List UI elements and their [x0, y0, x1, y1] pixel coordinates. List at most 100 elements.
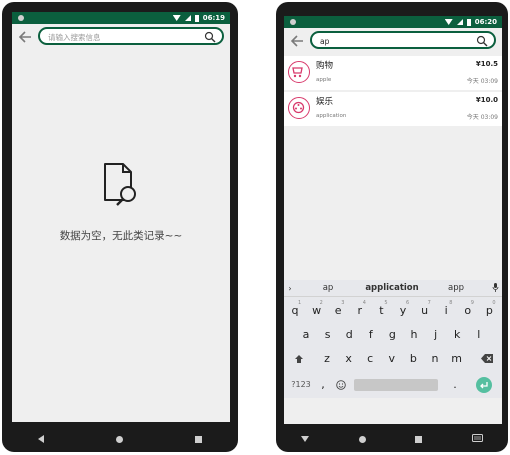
comma-key[interactable]: , [316, 376, 330, 394]
result-item[interactable]: 购物 apple ¥10.5 今天 03:09 [284, 56, 502, 90]
key-y[interactable]: y [393, 302, 413, 320]
search-icon[interactable] [476, 35, 488, 47]
nav-home-icon[interactable] [358, 435, 366, 443]
key-hint: 3 [341, 300, 345, 306]
space-key[interactable] [354, 379, 438, 391]
key-w[interactable]: w [307, 302, 327, 320]
result-title: 购物 [316, 61, 334, 71]
enter-key[interactable] [476, 377, 492, 393]
nav-bar [2, 426, 238, 452]
key-hint: 6 [406, 300, 410, 306]
key-g[interactable]: g [382, 326, 402, 344]
battery-icon [194, 14, 199, 22]
status-bar: 06:20 [284, 16, 502, 28]
result-time: 今天 03:09 [466, 78, 498, 85]
result-amount: ¥10.0 [475, 96, 498, 104]
key-h[interactable]: h [404, 326, 424, 344]
nav-home-icon[interactable] [116, 435, 123, 443]
keyboard-row-2: asdfghjkl [284, 326, 502, 344]
key-p[interactable]: p [479, 302, 499, 320]
key-e[interactable]: e [328, 302, 348, 320]
status-bar: 06:19 [12, 12, 230, 24]
search-bar [12, 24, 230, 50]
keyboard-hide-icon[interactable] [300, 436, 309, 442]
status-time: 06:19 [202, 14, 225, 22]
key-r[interactable]: r [350, 302, 370, 320]
result-time: 今天 03:09 [466, 114, 498, 121]
search-field[interactable] [38, 27, 224, 45]
wifi-icon [172, 15, 181, 21]
key-hint: 1 [298, 300, 302, 306]
result-title: 娱乐 [316, 97, 334, 107]
result-subtitle: apple [316, 77, 332, 83]
key-u[interactable]: u [415, 302, 435, 320]
key-hint: 7 [427, 300, 431, 306]
result-subtitle: application [316, 113, 347, 119]
nav-recent-icon[interactable] [415, 435, 423, 443]
empty-state: 数据为空，无此类记录~~ [12, 162, 230, 243]
period-key[interactable]: . [448, 376, 462, 394]
wifi-icon [444, 19, 453, 25]
nav-back-icon[interactable] [38, 435, 44, 443]
key-a[interactable]: a [296, 326, 316, 344]
suggestion-item[interactable]: ap [296, 283, 360, 293]
key-q[interactable]: q [285, 302, 305, 320]
key-l[interactable]: l [469, 326, 489, 344]
status-time: 06:20 [474, 18, 497, 26]
search-bar [284, 28, 502, 54]
shift-key[interactable] [288, 350, 310, 368]
backspace-key[interactable] [476, 350, 498, 368]
key-d[interactable]: d [339, 326, 359, 344]
search-input[interactable] [320, 34, 470, 48]
soft-keyboard: › ap application app q1w2e3r4t5y6u7i8o9p… [284, 280, 502, 398]
key-hint: 2 [319, 300, 323, 306]
key-i[interactable]: i [436, 302, 456, 320]
expand-chevron-icon[interactable]: › [284, 284, 296, 293]
key-z[interactable]: z [317, 350, 337, 368]
search-field[interactable] [310, 31, 496, 49]
key-c[interactable]: c [360, 350, 380, 368]
key-j[interactable]: j [426, 326, 446, 344]
result-amount: ¥10.5 [475, 60, 498, 68]
key-f[interactable]: f [361, 326, 381, 344]
search-icon[interactable] [204, 31, 216, 43]
key-hint: 9 [470, 300, 474, 306]
key-n[interactable]: n [425, 350, 445, 368]
back-arrow-icon[interactable] [288, 32, 306, 50]
keyboard-switch-icon[interactable] [472, 433, 484, 445]
back-arrow-icon[interactable] [16, 28, 34, 46]
keyboard-row-1: q1w2e3r4t5y6u7i8o9p0 [284, 300, 502, 320]
key-v[interactable]: v [382, 350, 402, 368]
key-b[interactable]: b [403, 350, 423, 368]
key-s[interactable]: s [318, 326, 338, 344]
microphone-icon[interactable] [488, 282, 502, 294]
key-m[interactable]: m [447, 350, 467, 368]
key-x[interactable]: x [339, 350, 359, 368]
emoji-icon[interactable] [332, 376, 350, 394]
keyboard-row-3: zxcvbnm [284, 350, 502, 368]
film-icon [288, 97, 310, 119]
result-item[interactable]: 娱乐 application ¥10.0 今天 03:09 [284, 92, 502, 126]
key-k[interactable]: k [447, 326, 467, 344]
key-hint: 4 [362, 300, 366, 306]
symbols-key[interactable]: ?123 [288, 376, 314, 394]
key-t[interactable]: t [371, 302, 391, 320]
nav-recent-icon[interactable] [195, 435, 202, 443]
right-phone-frame: 06:20 购物 apple ¥10.5 今天 03:09 娱乐 [276, 2, 508, 452]
suggestion-item[interactable]: app [424, 283, 488, 293]
suggestion-strip: › ap application app [284, 280, 502, 297]
search-input[interactable] [48, 30, 198, 44]
cart-icon [288, 61, 310, 83]
key-hint: 5 [384, 300, 388, 306]
signal-icon [456, 19, 463, 25]
battery-icon [466, 18, 471, 26]
right-screen: 06:20 购物 apple ¥10.5 今天 03:09 娱乐 [284, 16, 502, 424]
document-search-icon [104, 163, 136, 206]
empty-message: 数据为空，无此类记录~~ [59, 230, 183, 242]
left-screen: 06:19 数据为空，无此类记录~~ [12, 12, 230, 422]
signal-icon [184, 15, 191, 21]
keyboard-row-4: ?123 , . [284, 376, 502, 394]
nav-bar [276, 426, 508, 452]
suggestion-item[interactable]: application [360, 283, 424, 293]
key-o[interactable]: o [458, 302, 478, 320]
